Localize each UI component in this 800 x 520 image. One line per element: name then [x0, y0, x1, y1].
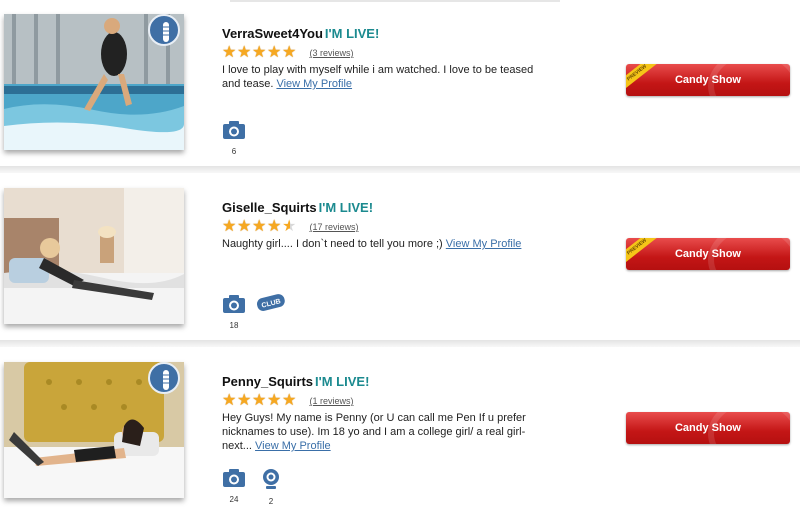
rating-row: ★★★★★ (3 reviews): [222, 44, 353, 62]
reviews-link[interactable]: (1 reviews): [309, 396, 353, 406]
reviews-link[interactable]: (17 reviews): [309, 222, 358, 232]
star-icon: ★: [252, 44, 267, 61]
star-icon: ★: [222, 44, 237, 61]
model-name-row: Penny_Squirts I'M LIVE!: [222, 374, 369, 389]
camera-icon: [223, 295, 245, 313]
toy-badge-icon: [148, 14, 180, 46]
model-name[interactable]: Penny_Squirts: [222, 374, 313, 389]
camera-icon: [223, 469, 245, 487]
model-card: Penny_Squirts I'M LIVE! ★★★★★ (1 reviews)…: [0, 358, 800, 520]
model-card: Giselle_Squirts I'M LIVE! ★★★★★ (17 revie…: [0, 184, 800, 346]
rating-row: ★★★★★ (1 reviews): [222, 392, 353, 410]
preview-ribbon: PREVIEW: [626, 64, 660, 93]
view-profile-link[interactable]: View My Profile: [446, 238, 522, 250]
photo-gallery-button[interactable]: 6: [222, 120, 246, 156]
star-icon: ★: [282, 392, 297, 409]
model-description: I love to play with myself while i am wa…: [222, 64, 534, 90]
model-name[interactable]: VerraSweet4You: [222, 26, 323, 41]
star-icon: ★: [282, 44, 297, 61]
view-profile-link[interactable]: View My Profile: [255, 440, 331, 452]
rating-row: ★★★★★ (17 reviews): [222, 218, 358, 236]
photo-count: 6: [231, 147, 237, 156]
webcam-icon: [263, 469, 279, 489]
live-status: I'M LIVE!: [315, 374, 370, 389]
star-icon: ★: [237, 44, 252, 61]
view-profile-link[interactable]: View My Profile: [276, 78, 352, 90]
photo-count: 18: [229, 321, 239, 330]
photo-count: 24: [229, 495, 239, 504]
preview-ribbon: PREVIEW: [626, 238, 660, 267]
star-icon: ★: [252, 392, 267, 409]
model-card: VerraSweet4You I'M LIVE! ★★★★★ (3 reviews…: [0, 10, 800, 172]
model-description: Hey Guys! My name is Penny (or U can cal…: [222, 412, 526, 452]
candy-show-button[interactable]: PREVIEW Candy Show: [626, 238, 790, 270]
star-rating: ★★★★★: [222, 44, 297, 62]
candy-show-button[interactable]: Candy Show: [626, 412, 790, 444]
button-swirl: [708, 238, 790, 270]
star-icon: ★: [267, 44, 282, 61]
candy-show-button[interactable]: PREVIEW Candy Show: [626, 64, 790, 96]
club-badge-icon[interactable]: CLUB: [256, 292, 286, 314]
star-icon: ★: [267, 392, 282, 409]
card-divider: [0, 340, 800, 347]
toy-badge-icon: [148, 362, 180, 394]
star-rating: ★★★★★: [222, 218, 297, 236]
card-divider: [0, 166, 800, 173]
model-name[interactable]: Giselle_Squirts: [222, 200, 317, 215]
model-name-row: VerraSweet4You I'M LIVE!: [222, 26, 379, 41]
model-description: Naughty girl.... I don`t need to tell yo…: [222, 238, 522, 250]
button-swirl: [708, 412, 790, 444]
star-icon: ★: [237, 218, 252, 235]
video-gallery-button[interactable]: 2: [261, 468, 281, 506]
live-status: I'M LIVE!: [318, 200, 374, 215]
camera-icon: [223, 121, 245, 139]
half-star-icon: ★: [282, 218, 297, 235]
top-divider: [230, 0, 560, 2]
button-swirl: [708, 64, 790, 96]
star-icon: ★: [267, 218, 282, 235]
photo-gallery-button[interactable]: 18: [222, 294, 246, 330]
star-icon: ★: [237, 392, 252, 409]
star-rating: ★★★★★: [222, 392, 297, 410]
live-status: I'M LIVE!: [324, 26, 380, 41]
model-name-row: Giselle_Squirts I'M LIVE!: [222, 200, 373, 215]
star-icon: ★: [222, 392, 237, 409]
reviews-link[interactable]: (3 reviews): [309, 48, 353, 58]
star-icon: ★: [222, 218, 237, 235]
model-photo[interactable]: [4, 188, 184, 324]
photo-gallery-button[interactable]: 24: [222, 468, 246, 504]
star-icon: ★: [252, 218, 267, 235]
